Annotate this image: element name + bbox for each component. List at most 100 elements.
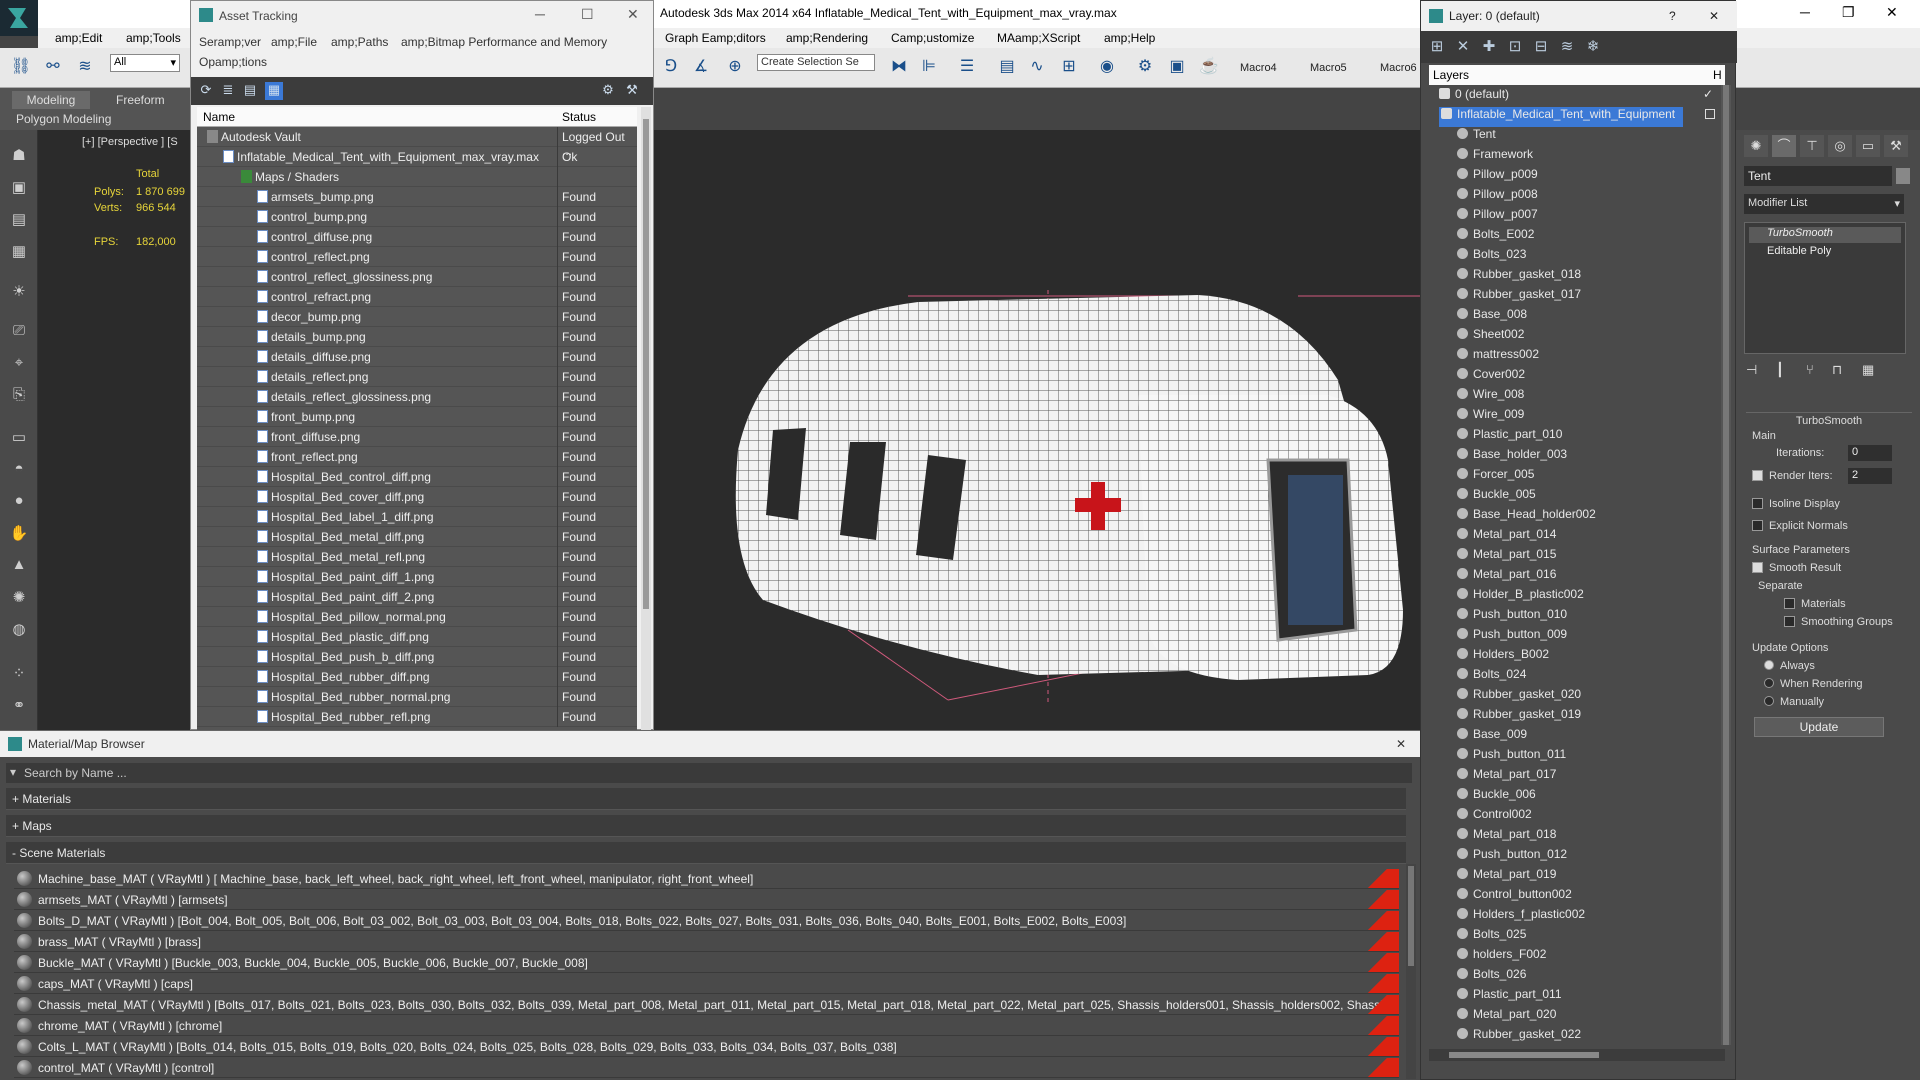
named-selection-set-input[interactable]: Create Selection Se <box>757 54 875 71</box>
remove-modifier-icon[interactable]: ⊓ <box>1832 362 1842 378</box>
layer-row[interactable]: 0 (default) <box>1439 87 1509 107</box>
viewport-label[interactable]: [+] [Perspective ] [S <box>82 136 178 148</box>
material-row[interactable]: Buckle_MAT ( VRayMtl ) [Buckle_003, Buck… <box>14 953 1399 973</box>
explicit-check[interactable] <box>1752 520 1763 531</box>
app-logo-icon[interactable] <box>0 0 38 36</box>
object-row[interactable]: Holder_B_plastic002 <box>1457 587 1584 607</box>
smoothing-groups-checkbox[interactable]: Smoothing Groups <box>1784 616 1893 628</box>
col-name[interactable]: Name <box>203 110 235 124</box>
highlight-icon[interactable]: ⊟ <box>1531 37 1551 57</box>
maximize-icon[interactable]: ☐ <box>581 6 594 23</box>
material-scroll-thumb[interactable] <box>1408 866 1414 966</box>
manually-radio[interactable]: Manually <box>1764 696 1824 708</box>
menu-bitmap-performance[interactable]: amp;Bitmap Performance and Memory <box>401 35 607 49</box>
object-row[interactable]: Metal_part_017 <box>1457 767 1556 787</box>
set-current-layer-box[interactable] <box>1705 109 1715 119</box>
section-materials[interactable]: + Materials <box>6 788 1406 810</box>
material-search-input[interactable]: ▾ Search by Name ... <box>6 763 1412 783</box>
material-row[interactable]: Bolts_D_MAT ( VRayMtl ) [Bolt_004, Bolt_… <box>14 911 1399 931</box>
hierarchy-tab-icon[interactable]: ⊤ <box>1800 135 1824 157</box>
material-row[interactable]: control_MAT ( VRayMtl ) [control] <box>14 1058 1399 1078</box>
close-icon[interactable]: ✕ <box>627 6 639 23</box>
snap-icon[interactable]: ⅁ <box>660 56 682 78</box>
asset-row[interactable]: front_bump.png Found <box>197 407 637 427</box>
angle-snap-icon[interactable]: ∡ <box>690 56 712 78</box>
object-row[interactable]: Push_button_012 <box>1457 847 1567 867</box>
asset-row[interactable]: Hospital_Bed_rubber_diff.png Found <box>197 667 637 687</box>
menu-maxscript[interactable]: MAamp;XScript <box>997 31 1080 45</box>
object-row[interactable]: Buckle_005 <box>1457 487 1536 507</box>
material-row[interactable]: chrome_MAT ( VRayMtl ) [chrome] <box>14 1016 1399 1036</box>
schematic-view-icon[interactable]: ⊞ <box>1058 56 1080 78</box>
layer-hscrollbar[interactable] <box>1429 1049 1725 1061</box>
close-icon[interactable]: ✕ <box>1886 4 1898 21</box>
teapot-icon[interactable]: ☗ <box>8 146 30 168</box>
plane-icon[interactable]: ▭ <box>8 428 30 450</box>
current-layer-check-icon[interactable]: ✓ <box>1703 87 1713 107</box>
material-row[interactable]: caps_MAT ( VRayMtl ) [caps] <box>14 974 1399 994</box>
menu-graph-editors[interactable]: Graph Eamp;ditors <box>665 31 766 45</box>
layer-manager-icon[interactable]: ☰ <box>956 56 978 78</box>
stack-item-turbosmooth[interactable]: TurboSmooth <box>1749 227 1901 243</box>
rollout-turbosmooth-title[interactable]: TurboSmooth <box>1746 412 1912 427</box>
asset-row[interactable]: Hospital_Bed_pillow_normal.png Found <box>197 607 637 627</box>
render-frame-icon[interactable]: ▣ <box>8 178 30 200</box>
align-icon[interactable]: ⊫ <box>918 56 940 78</box>
object-row[interactable]: Tent <box>1457 127 1496 147</box>
object-row[interactable]: Base_009 <box>1457 727 1527 747</box>
object-row[interactable]: Base_008 <box>1457 307 1527 327</box>
detail-view-icon[interactable]: ▤ <box>241 82 259 100</box>
asset-row[interactable]: Hospital_Bed_control_diff.png Found <box>197 467 637 487</box>
search-options-icon[interactable]: ▾ <box>10 765 16 779</box>
display-tab-icon[interactable]: ▭ <box>1856 135 1880 157</box>
when-rendering-radio[interactable]: When Rendering <box>1764 678 1863 690</box>
layer-row[interactable]: Inflatable_Medical_Tent_with_Equipment <box>1439 107 1683 127</box>
add-to-layer-icon[interactable]: ✚ <box>1479 37 1499 57</box>
when-rendering-radio-dot[interactable] <box>1764 678 1774 688</box>
pin-stack-icon[interactable]: ⊣ <box>1746 362 1757 378</box>
object-row[interactable]: Holders_f_plastic002 <box>1457 907 1585 927</box>
unlink-icon[interactable]: ⚯ <box>42 56 64 78</box>
render-iters-check[interactable] <box>1752 470 1763 481</box>
object-row[interactable]: Bolts_026 <box>1457 967 1526 987</box>
menu-edit[interactable]: amp;Edit <box>55 31 102 45</box>
object-row[interactable]: Control_button002 <box>1457 887 1572 907</box>
object-row[interactable]: Rubber_gasket_019 <box>1457 707 1581 727</box>
curve-editor-icon[interactable]: ∿ <box>1026 56 1048 78</box>
menu-paths[interactable]: amp;Paths <box>331 35 388 49</box>
make-unique-icon[interactable]: ⑂ <box>1806 362 1814 377</box>
select-objects-icon[interactable]: ⊡ <box>1505 37 1525 57</box>
object-row[interactable]: Push_button_011 <box>1457 747 1566 767</box>
menu-rendering[interactable]: amp;Rendering <box>786 31 868 45</box>
manually-radio-dot[interactable] <box>1764 696 1774 706</box>
object-row[interactable]: Rubber_gasket_022 <box>1457 1027 1581 1047</box>
object-row[interactable]: Wire_009 <box>1457 407 1524 427</box>
freeze-all-icon[interactable]: ❄ <box>1583 37 1603 57</box>
ribbon-polygon-modeling[interactable]: Polygon Modeling <box>8 110 119 128</box>
explicit-normals-checkbox[interactable]: Explicit Normals <box>1752 520 1848 532</box>
asset-row[interactable]: details_diffuse.png Found <box>197 347 637 367</box>
render-iters-spinner[interactable]: 2 <box>1848 468 1892 484</box>
asset-row[interactable]: Hospital_Bed_metal_diff.png Found <box>197 527 637 547</box>
object-row[interactable]: Bolts_025 <box>1457 927 1526 947</box>
menu-customize[interactable]: Camp;ustomize <box>891 31 974 45</box>
grid-icon[interactable]: ▦ <box>8 242 30 264</box>
isoline-check[interactable] <box>1752 498 1763 509</box>
hide-all-icon[interactable]: ≋ <box>1557 37 1577 57</box>
section-maps[interactable]: + Maps <box>6 815 1406 837</box>
hand-icon[interactable]: ✋ <box>8 524 30 546</box>
always-radio-dot[interactable] <box>1764 660 1774 670</box>
object-row[interactable]: Rubber_gasket_020 <box>1457 687 1581 707</box>
object-row[interactable]: Plastic_part_011 <box>1457 987 1562 1007</box>
macro5-button[interactable]: Macro5 <box>1310 62 1347 74</box>
asset-scroll-thumb[interactable] <box>643 119 649 609</box>
delete-layer-icon[interactable]: ✕ <box>1453 37 1473 57</box>
configure-modifier-icon[interactable]: ▦ <box>1862 362 1874 378</box>
tab-freeform[interactable]: Freeform <box>108 91 173 109</box>
material-editor-icon[interactable]: ◉ <box>1096 56 1118 78</box>
ribbon-toggle-icon[interactable]: ▤ <box>996 56 1018 78</box>
tab-modeling[interactable]: Modeling <box>12 91 90 109</box>
stack-item-editable-poly[interactable]: Editable Poly <box>1749 245 1831 261</box>
asset-row[interactable]: Hospital_Bed_metal_refl.png Found <box>197 547 637 567</box>
sun-icon[interactable]: ✺ <box>8 588 30 610</box>
